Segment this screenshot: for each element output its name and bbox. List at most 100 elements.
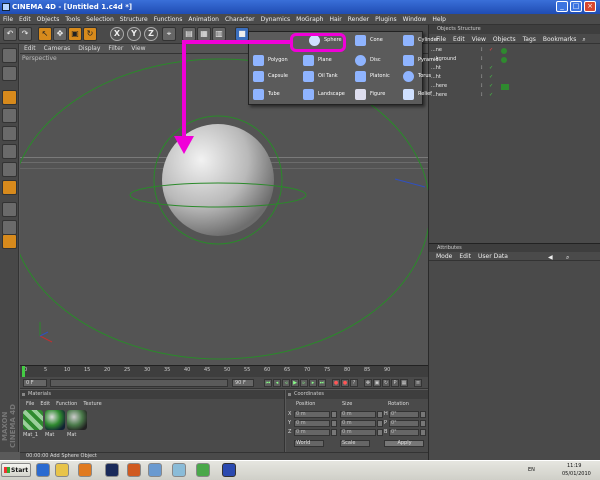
workplane-icon[interactable] (2, 234, 17, 249)
primitive-polygon-item[interactable]: Polygon (251, 54, 307, 68)
app-icon[interactable] (172, 463, 186, 477)
firefox-icon[interactable] (127, 463, 141, 477)
visibility-dots-icon[interactable]: ⁞ (481, 56, 483, 62)
make-editable-icon[interactable] (2, 48, 17, 63)
timeline-ruler[interactable]: 0 5 10 15 20 25 30 35 40 45 50 55 60 65 70 75 80 85 90 (20, 365, 428, 377)
rotation-b-field[interactable]: 0° (389, 429, 419, 436)
size-x-field[interactable]: 0 m (340, 411, 376, 418)
go-to-start-icon[interactable]: ⏮ (264, 379, 272, 387)
menu-edit[interactable]: Edit (16, 14, 34, 23)
materials-menu-function[interactable]: Function (56, 401, 77, 407)
position-z-stepper[interactable] (331, 429, 337, 436)
app-icon[interactable] (2, 3, 10, 11)
previous-key-icon[interactable]: ◂ (273, 379, 281, 387)
material-swatch[interactable] (67, 410, 87, 430)
back-arrow-icon[interactable]: ◀ (541, 253, 553, 261)
menu-character[interactable]: Character (222, 14, 258, 23)
timeline-slider[interactable] (50, 379, 228, 387)
timeline-playhead[interactable] (22, 366, 25, 377)
app-icon[interactable] (196, 463, 210, 477)
previous-frame-icon[interactable]: ◃ (282, 379, 290, 387)
texture-mode-icon[interactable] (2, 66, 17, 81)
coordinate-scale-select[interactable]: Scale (340, 440, 370, 447)
media-player-icon[interactable] (78, 463, 92, 477)
cinema4d-task-icon[interactable] (222, 463, 236, 477)
visibility-dots-icon[interactable]: ⁞ (481, 83, 483, 89)
primitive-pyramid-item[interactable]: Pyramid (401, 54, 457, 68)
material-tag-icon[interactable] (501, 48, 507, 54)
size-y-stepper[interactable] (377, 420, 383, 427)
object-axis-icon[interactable] (2, 108, 17, 123)
snap-icon[interactable] (2, 220, 17, 235)
render-picture-viewer-icon[interactable]: ▦ (197, 27, 211, 41)
check-icon[interactable]: ✓ (489, 74, 493, 80)
position-y-field[interactable]: 0 m (294, 420, 330, 427)
move-icon[interactable]: ✥ (53, 27, 67, 41)
primitive-oil-tank-item[interactable]: Oil Tank (301, 70, 357, 84)
menu-mograph[interactable]: MoGraph (293, 14, 326, 23)
menu-hair[interactable]: Hair (326, 14, 344, 23)
primitive-landscape-item[interactable]: Landscape (301, 88, 357, 102)
om-menu-bookmarks[interactable]: Bookmarks (536, 34, 577, 43)
menu-help[interactable]: Help (429, 14, 449, 23)
position-x-stepper[interactable] (331, 411, 337, 418)
go-to-end-icon[interactable]: ⏭ (318, 379, 326, 387)
key-scale-icon[interactable]: ▣ (373, 379, 381, 387)
rotation-b-stepper[interactable] (420, 429, 426, 436)
visibility-dots-icon[interactable]: ⁞ (481, 74, 483, 80)
size-y-field[interactable]: 0 m (340, 420, 376, 427)
apply-button[interactable]: Apply (384, 440, 424, 447)
check-icon[interactable]: ✓ (489, 92, 493, 98)
attr-menu-user-data[interactable]: User Data (471, 252, 508, 260)
menu-file[interactable]: File (0, 14, 16, 23)
om-menu-view[interactable]: View (465, 34, 486, 43)
check-icon[interactable]: ✓ (489, 83, 493, 89)
image-viewer-icon[interactable] (148, 463, 162, 477)
start-frame-field[interactable]: 0 F (23, 379, 47, 387)
primitive-cube-icon[interactable]: ■ (235, 27, 249, 41)
explorer-icon[interactable] (55, 463, 69, 477)
rotate-icon[interactable]: ↻ (83, 27, 97, 41)
key-position-icon[interactable]: ✥ (364, 379, 372, 387)
close-button[interactable]: × (584, 1, 596, 12)
menu-tools[interactable]: Tools (62, 14, 83, 23)
rotation-h-stepper[interactable] (420, 411, 426, 418)
menu-window[interactable]: Window (400, 14, 430, 23)
search-icon[interactable]: ⌕ (559, 253, 569, 262)
om-menu-objects[interactable]: Objects (486, 34, 516, 43)
maximize-button[interactable]: □ (570, 1, 582, 12)
primitive-torus-item[interactable]: Torus (401, 70, 457, 84)
key-point-level-icon[interactable]: ▦ (400, 379, 408, 387)
materials-menu-file[interactable]: File (26, 401, 34, 407)
position-z-field[interactable]: 0 m (294, 429, 330, 436)
search-icon[interactable]: ⌕ (578, 34, 585, 44)
rotation-h-field[interactable]: 0° (389, 411, 419, 418)
menu-structure[interactable]: Structure (117, 14, 151, 23)
redo-icon[interactable]: ↷ (18, 27, 32, 41)
undo-icon[interactable]: ↶ (3, 27, 17, 41)
menu-animation[interactable]: Animation (185, 14, 222, 23)
edges-mode-icon[interactable] (2, 144, 17, 159)
visibility-dots-icon[interactable]: ⁞ (481, 92, 483, 98)
visibility-dots-icon[interactable]: ⁞ (481, 47, 483, 53)
end-frame-field[interactable]: 90 F (232, 379, 254, 387)
size-z-field[interactable]: 0 m (340, 429, 376, 436)
record-icon[interactable]: ● (332, 379, 340, 387)
menu-functions[interactable]: Functions (151, 14, 186, 23)
attr-menu-mode[interactable]: Mode (429, 252, 452, 260)
keyframe-selection-icon[interactable]: ? (350, 379, 358, 387)
viewport-menu-cameras[interactable]: Cameras (40, 44, 75, 53)
materials-menu-texture[interactable]: Texture (83, 401, 101, 407)
materials-menu-edit[interactable]: Edit (40, 401, 50, 407)
attr-menu-edit[interactable]: Edit (452, 252, 471, 260)
menu-selection[interactable]: Selection (83, 14, 117, 23)
menu-objects[interactable]: Objects (34, 14, 63, 23)
timeline-menu-icon[interactable]: ≡ (414, 379, 422, 387)
y-axis-button[interactable]: Y (127, 27, 141, 41)
photoshop-icon[interactable] (105, 463, 119, 477)
live-selection-icon[interactable]: ↖ (38, 27, 52, 41)
tweak-mode-icon[interactable] (2, 202, 17, 217)
autokey-icon[interactable]: ● (341, 379, 349, 387)
polygons-mode-icon[interactable] (2, 162, 17, 177)
om-menu-tags[interactable]: Tags (516, 34, 536, 43)
